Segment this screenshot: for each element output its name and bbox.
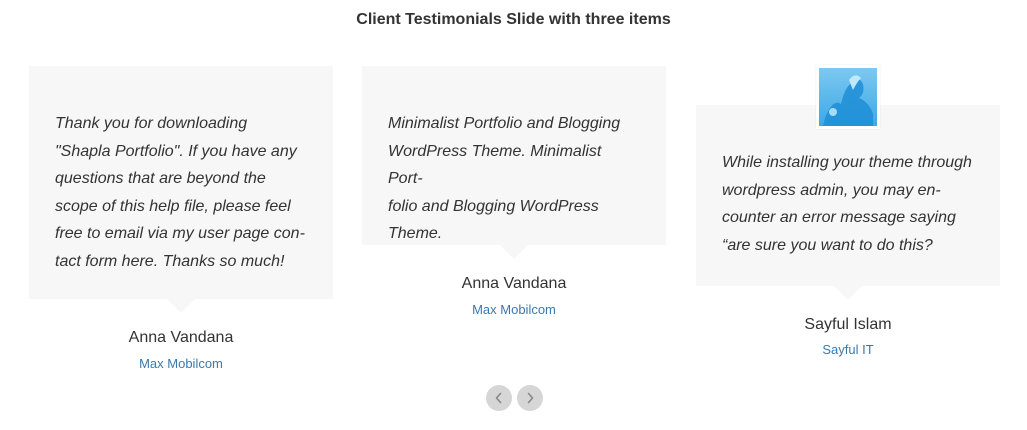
next-slide-button[interactable] <box>517 385 543 411</box>
testimonial-card: Minimalist Portfolio and Blogging WordPr… <box>362 66 666 326</box>
testimonial-card: While installing your theme through word… <box>696 65 1000 365</box>
testimonial-company-link[interactable]: Sayful IT <box>696 342 1000 357</box>
quote-pointer <box>500 245 528 259</box>
quote-pointer <box>834 286 862 300</box>
quote-pointer <box>167 299 195 313</box>
testimonial-card: Thank you for downloading "Shapla Portfo… <box>29 66 333 376</box>
prev-slide-button[interactable] <box>486 385 512 411</box>
testimonial-quote-box: Thank you for downloading "Shapla Portfo… <box>29 66 333 299</box>
page-title: Client Testimonials Slide with three ite… <box>356 11 671 28</box>
testimonial-quote-box: While installing your theme through word… <box>696 105 1000 286</box>
chevron-right-icon <box>527 392 534 404</box>
avatar <box>816 65 880 129</box>
chevron-left-icon <box>495 392 502 404</box>
avatar-photo <box>819 68 877 126</box>
testimonial-quote-box: Minimalist Portfolio and Blogging WordPr… <box>362 66 666 245</box>
testimonial-quote: Thank you for downloading "Shapla Portfo… <box>55 115 305 270</box>
testimonial-company-link[interactable]: Max Mobilcom <box>29 356 333 371</box>
testimonial-author: Sayful Islam <box>804 316 892 333</box>
testimonial-author: Anna Vandana <box>461 275 567 292</box>
testimonial-quote: Minimalist Portfolio and Blogging WordPr… <box>388 115 621 242</box>
testimonial-company-link[interactable]: Max Mobilcom <box>362 302 666 317</box>
testimonial-quote: While installing your theme through word… <box>722 154 972 254</box>
testimonial-author: Anna Vandana <box>128 329 234 346</box>
